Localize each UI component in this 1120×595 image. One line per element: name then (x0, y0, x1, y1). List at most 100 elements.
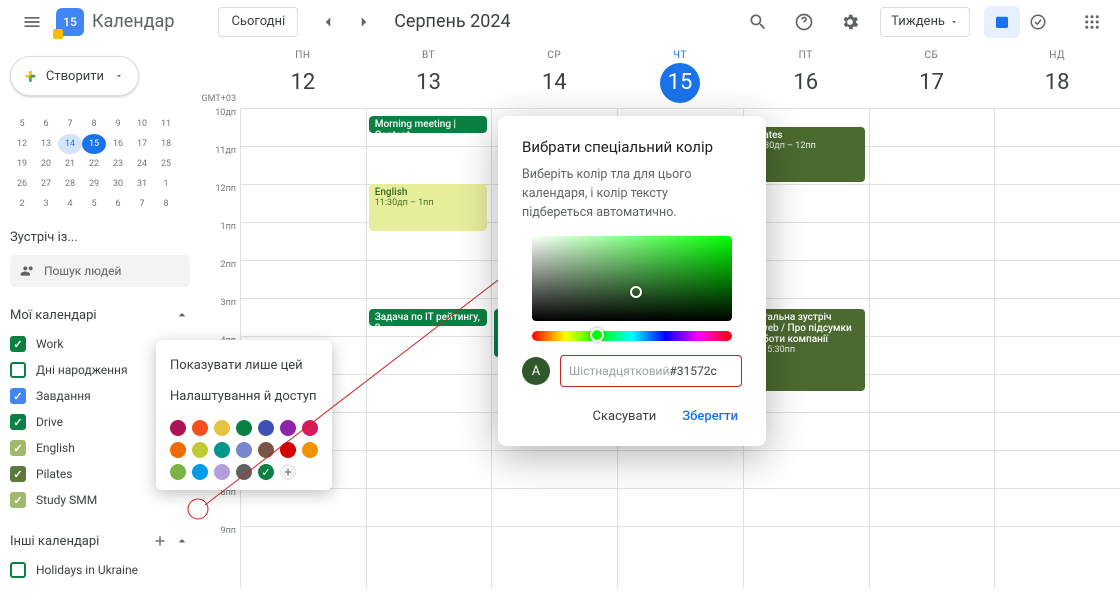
mini-day[interactable]: 29 (82, 174, 106, 194)
color-swatch[interactable] (302, 420, 318, 436)
calendar-item[interactable]: Study SMM (10, 487, 190, 513)
settings-access-option[interactable]: Налаштування й доступ (170, 381, 318, 412)
show-only-this-option[interactable]: Показувати лише цей (170, 350, 318, 381)
add-calendar-icon[interactable] (152, 533, 168, 549)
event[interactable]: Morning meeting | Content (369, 116, 488, 133)
mini-day[interactable]: 8 (154, 194, 178, 214)
mini-day[interactable]: 2 (10, 194, 34, 214)
day-header[interactable]: НД18 (994, 44, 1120, 108)
mini-day[interactable]: 4 (58, 194, 82, 214)
calendar-checkbox[interactable] (10, 336, 26, 352)
mini-day[interactable]: 1 (154, 174, 178, 194)
calendar-checkbox[interactable] (10, 492, 26, 508)
mini-day[interactable]: 9 (106, 114, 130, 134)
mini-day[interactable]: 17 (130, 134, 154, 154)
color-swatch[interactable] (170, 442, 186, 458)
mini-day[interactable]: 11 (154, 114, 178, 134)
mini-day[interactable]: 28 (58, 174, 82, 194)
view-select[interactable]: Тиждень (880, 7, 970, 37)
calendar-checkbox[interactable] (10, 466, 26, 482)
mini-day[interactable]: 12 (10, 134, 34, 154)
settings-icon[interactable] (834, 6, 866, 38)
mini-day[interactable]: 18 (154, 134, 178, 154)
add-custom-color[interactable]: + (280, 464, 296, 480)
day-header[interactable]: ЧТ15 (617, 44, 743, 108)
apps-icon[interactable] (1076, 6, 1108, 38)
cancel-button[interactable]: Скасувати (589, 403, 661, 430)
save-button[interactable]: Зберегти (678, 403, 742, 430)
hue-slider[interactable] (532, 331, 732, 341)
mini-day[interactable]: 27 (34, 174, 58, 194)
mini-day[interactable]: 7 (130, 194, 154, 214)
mini-day[interactable]: 31 (130, 174, 154, 194)
day-header[interactable]: СР14 (491, 44, 617, 108)
calendar-item[interactable]: Holidays in Ukraine (10, 557, 190, 583)
color-swatch[interactable] (258, 442, 274, 458)
mini-day[interactable]: 13 (34, 134, 58, 154)
prev-week-button[interactable] (314, 8, 342, 36)
other-calendars-toggle[interactable]: Інші календарі (10, 533, 190, 549)
sv-thumb[interactable] (630, 286, 642, 298)
day-header[interactable]: СБ17 (869, 44, 995, 108)
mini-day[interactable]: 10 (130, 114, 154, 134)
mini-day[interactable]: 19 (10, 154, 34, 174)
saturation-value-picker[interactable] (532, 236, 732, 321)
calendar-checkbox[interactable] (10, 440, 26, 456)
color-swatch[interactable] (170, 420, 186, 436)
color-swatch[interactable] (236, 442, 252, 458)
mini-day[interactable]: 22 (82, 154, 106, 174)
mini-day[interactable]: 5 (10, 114, 34, 134)
event[interactable]: English11:30дп – 1пп (369, 184, 488, 231)
search-icon[interactable] (742, 6, 774, 38)
color-swatch[interactable] (258, 420, 274, 436)
hue-thumb[interactable] (590, 328, 604, 342)
day-header[interactable]: ПТ16 (743, 44, 869, 108)
mini-day[interactable]: 15 (82, 134, 106, 154)
color-swatch[interactable] (214, 464, 230, 480)
next-week-button[interactable] (350, 8, 378, 36)
mini-day[interactable]: 7 (58, 114, 82, 134)
color-swatch[interactable] (214, 442, 230, 458)
day-column[interactable] (869, 108, 995, 588)
mini-day[interactable]: 30 (106, 174, 130, 194)
color-swatch[interactable] (214, 420, 230, 436)
color-swatch[interactable] (302, 442, 318, 458)
mini-day[interactable]: 6 (106, 194, 130, 214)
help-icon[interactable] (788, 6, 820, 38)
today-button[interactable]: Сьогодні (218, 7, 298, 37)
color-swatch[interactable] (236, 464, 252, 480)
logo[interactable]: 15 Календар (56, 8, 174, 36)
day-column[interactable]: Morning meeting | Content English11:30дп … (366, 108, 492, 588)
mini-day[interactable]: 26 (10, 174, 34, 194)
color-swatch[interactable] (280, 420, 296, 436)
search-people-input[interactable]: Пошук людей (10, 255, 190, 287)
color-swatch[interactable]: ✓ (258, 464, 274, 480)
color-swatch[interactable] (236, 420, 252, 436)
color-swatch[interactable] (192, 420, 208, 436)
mini-day[interactable]: 25 (154, 154, 178, 174)
create-button[interactable]: + Створити (10, 56, 139, 96)
calendar-checkbox[interactable] (10, 362, 26, 378)
day-header[interactable]: ПН12 (240, 44, 366, 108)
calendar-view-toggle[interactable] (984, 6, 1020, 38)
mini-day[interactable]: 14 (58, 134, 82, 154)
my-calendars-toggle[interactable]: Мої календарі (10, 307, 190, 323)
tasks-view-toggle[interactable] (1020, 6, 1056, 38)
mini-day[interactable]: 8 (82, 114, 106, 134)
mini-day[interactable]: 21 (58, 154, 82, 174)
mini-day[interactable]: 6 (34, 114, 58, 134)
event[interactable]: Задача по IT рейтингу, 2 (369, 309, 488, 326)
menu-icon[interactable] (12, 2, 52, 42)
mini-day[interactable]: 20 (34, 154, 58, 174)
color-swatch[interactable] (170, 464, 186, 480)
mini-calendar[interactable]: 5678910111213141516171819202122232425262… (10, 114, 190, 214)
day-header[interactable]: ВТ13 (366, 44, 492, 108)
mini-day[interactable]: 16 (106, 134, 130, 154)
day-column[interactable] (994, 108, 1120, 588)
mini-day[interactable]: 3 (34, 194, 58, 214)
color-swatch[interactable] (192, 464, 208, 480)
color-swatch[interactable] (280, 442, 296, 458)
calendar-checkbox[interactable] (10, 414, 26, 430)
color-swatch[interactable] (192, 442, 208, 458)
calendar-checkbox[interactable] (10, 388, 26, 404)
